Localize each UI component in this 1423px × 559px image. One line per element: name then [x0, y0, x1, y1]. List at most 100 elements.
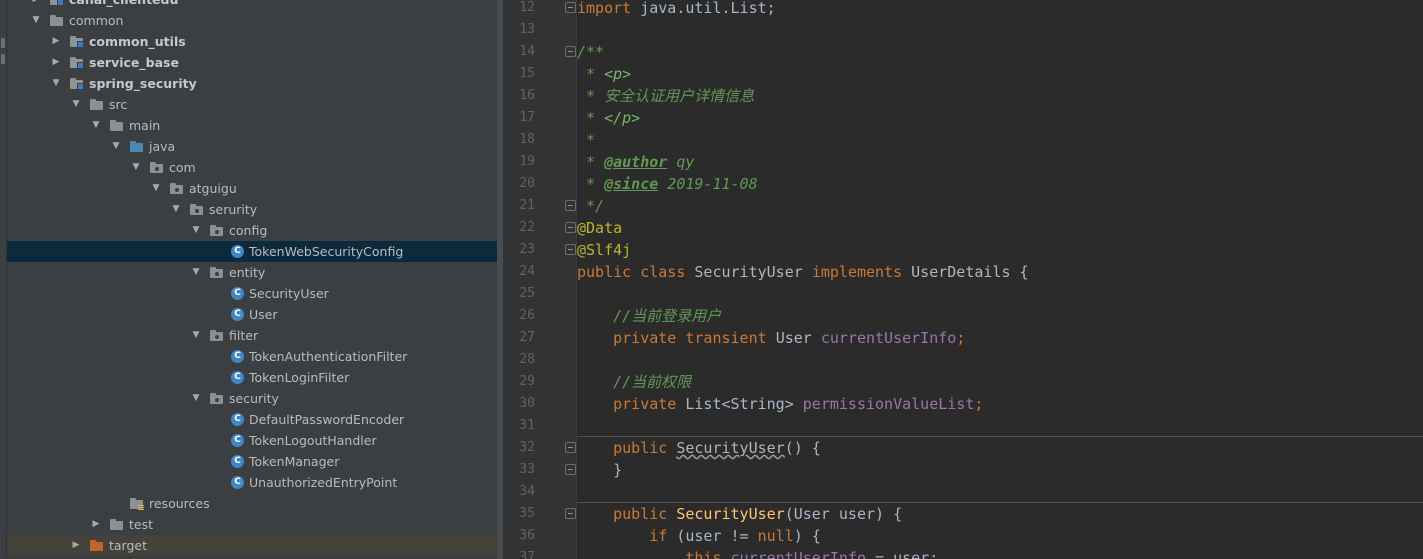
expand-arrow-icon[interactable]: ▼ — [30, 10, 42, 31]
tree-item-spring-security[interactable]: ▼ spring_security — [7, 73, 497, 94]
code-line[interactable]: import java.util.List; — [577, 0, 1423, 19]
expand-arrow-icon[interactable]: ▼ — [150, 178, 162, 199]
expand-arrow-icon[interactable]: ▼ — [190, 325, 202, 346]
tree-item-com[interactable]: ▼ com — [7, 157, 497, 178]
java-class-icon: C — [231, 455, 244, 468]
code-line[interactable]: private transient User currentUserInfo; — [577, 327, 1423, 349]
tree-item-java[interactable]: ▼ java — [7, 136, 497, 157]
collapse-arrow-icon[interactable]: ▶ — [70, 535, 82, 556]
tree-item-label: entity — [229, 265, 266, 280]
fold-open-icon[interactable] — [565, 508, 576, 519]
tree-item-service-base[interactable]: ▶ service_base — [7, 52, 497, 73]
code-line[interactable]: * <p> — [577, 63, 1423, 85]
code-line[interactable] — [577, 349, 1423, 371]
expand-arrow-icon[interactable]: ▼ — [130, 157, 142, 178]
collapse-arrow-icon[interactable]: ▶ — [30, 0, 42, 10]
tree-item-filter[interactable]: ▼ filter — [7, 325, 497, 346]
code-token: */ — [577, 197, 605, 215]
code-line[interactable]: public class SecurityUser implements Use… — [577, 261, 1423, 283]
expand-arrow-icon[interactable]: ▼ — [190, 388, 202, 409]
code-line[interactable]: * — [577, 129, 1423, 151]
tree-item-defaultpasswordencoder[interactable]: C DefaultPasswordEncoder — [7, 409, 497, 430]
folder-icon — [89, 98, 105, 111]
tree-item-label: config — [229, 223, 268, 238]
collapse-arrow-icon[interactable]: ▶ — [50, 52, 62, 73]
folder-icon — [109, 518, 125, 531]
tree-item-label: security — [229, 391, 279, 406]
tree-item-src[interactable]: ▼ src — [7, 94, 497, 115]
expand-arrow-icon[interactable]: ▼ — [50, 73, 62, 94]
tree-item-common-utils[interactable]: ▶ common_utils — [7, 31, 497, 52]
code-line[interactable]: @Slf4j — [577, 239, 1423, 261]
tree-item-label: TokenLogoutHandler — [249, 433, 377, 448]
code-line[interactable]: * </p> — [577, 107, 1423, 129]
code-line[interactable]: //当前登录用户 — [577, 305, 1423, 327]
tree-item-common[interactable]: ▼ common — [7, 10, 497, 31]
code-line[interactable]: */ — [577, 195, 1423, 217]
java-class-icon: C — [231, 287, 244, 300]
code-line[interactable]: @Data — [577, 217, 1423, 239]
fold-open-icon[interactable] — [565, 2, 576, 13]
fold-open-icon[interactable] — [565, 442, 576, 453]
code-token: qy — [667, 153, 695, 171]
java-class-icon: C — [231, 308, 244, 321]
tree-item-config[interactable]: ▼ config — [7, 220, 497, 241]
fold-open-icon[interactable] — [565, 244, 576, 255]
tree-item-main[interactable]: ▼ main — [7, 115, 497, 136]
code-line[interactable]: public SecurityUser() { — [577, 437, 1423, 459]
code-line[interactable]: private List<String> permissionValueList… — [577, 393, 1423, 415]
tree-item-unauthorizedentrypoint[interactable]: C UnauthorizedEntryPoint — [7, 472, 497, 493]
tree-item-securityuser[interactable]: C SecurityUser — [7, 283, 497, 304]
expand-arrow-icon[interactable]: ▼ — [90, 115, 102, 136]
tree-item-tokenwebsecurityconfig[interactable]: C TokenWebSecurityConfig — [7, 241, 497, 262]
collapse-arrow-icon[interactable]: ▶ — [50, 31, 62, 52]
tree-item-label: target — [109, 538, 148, 553]
code-line[interactable] — [577, 481, 1423, 503]
code-line[interactable]: * 安全认证用户详情信息 — [577, 85, 1423, 107]
code-token: * — [577, 109, 605, 127]
tree-item-tokenloginfilter[interactable]: C TokenLoginFilter — [7, 367, 497, 388]
fold-close-icon[interactable] — [565, 200, 576, 211]
code-line[interactable]: this.currentUserInfo = user; — [577, 547, 1423, 559]
code-line[interactable]: public SecurityUser(User user) { — [577, 503, 1423, 525]
code-line[interactable]: /** — [577, 41, 1423, 63]
tree-item-canal-clientedu[interactable]: ▶ canal_clientedu — [7, 0, 497, 10]
fold-close-icon[interactable] — [565, 464, 576, 475]
tree-item-tokenlogouthandler[interactable]: C TokenLogoutHandler — [7, 430, 497, 451]
tree-item-entity[interactable]: ▼ entity — [7, 262, 497, 283]
expand-arrow-icon[interactable]: ▼ — [190, 220, 202, 241]
java-class-icon: C — [231, 371, 244, 384]
code-line[interactable]: //当前权限 — [577, 371, 1423, 393]
code-line[interactable]: } — [577, 459, 1423, 481]
expand-arrow-icon[interactable]: ▼ — [70, 94, 82, 115]
tree-item-resources[interactable]: resources — [7, 493, 497, 514]
tree-item-test[interactable]: ▶ test — [7, 514, 497, 535]
code-line[interactable] — [577, 415, 1423, 437]
code-line[interactable]: * @author qy — [577, 151, 1423, 173]
tree-item-user[interactable]: C User — [7, 304, 497, 325]
tree-item-security[interactable]: ▼ security — [7, 388, 497, 409]
fold-open-icon[interactable] — [565, 46, 576, 57]
tree-item-tokenmanager[interactable]: C TokenManager — [7, 451, 497, 472]
expand-arrow-icon[interactable]: ▼ — [190, 262, 202, 283]
strip-mark — [1, 38, 5, 48]
expand-arrow-icon[interactable]: ▼ — [170, 199, 182, 220]
tree-item-atguigu[interactable]: ▼ atguigu — [7, 178, 497, 199]
code-line[interactable]: if (user != null) { — [577, 525, 1423, 547]
code-line[interactable]: * @since 2019-11-08 — [577, 173, 1423, 195]
line-number: 14 — [519, 44, 535, 59]
code-editor[interactable]: import java.util.List; /** * <p> * 安全认证用户… — [577, 0, 1423, 559]
code-token: UserDetails { — [911, 263, 1029, 281]
tree-item-label: TokenWebSecurityConfig — [249, 244, 404, 259]
code-token: (User user) { — [784, 505, 903, 523]
tree-item-label: TokenAuthenticationFilter — [249, 349, 408, 364]
collapse-arrow-icon[interactable]: ▶ — [90, 514, 102, 535]
code-token: } — [577, 461, 623, 479]
tree-item-target[interactable]: ▶ target — [7, 535, 497, 556]
code-line[interactable] — [577, 283, 1423, 305]
tree-item-tokenauthenticationfilter[interactable]: C TokenAuthenticationFilter — [7, 346, 497, 367]
expand-arrow-icon[interactable]: ▼ — [110, 136, 122, 157]
tree-item-serurity[interactable]: ▼ serurity — [7, 199, 497, 220]
fold-open-icon[interactable] — [565, 222, 576, 233]
code-line[interactable] — [577, 19, 1423, 41]
